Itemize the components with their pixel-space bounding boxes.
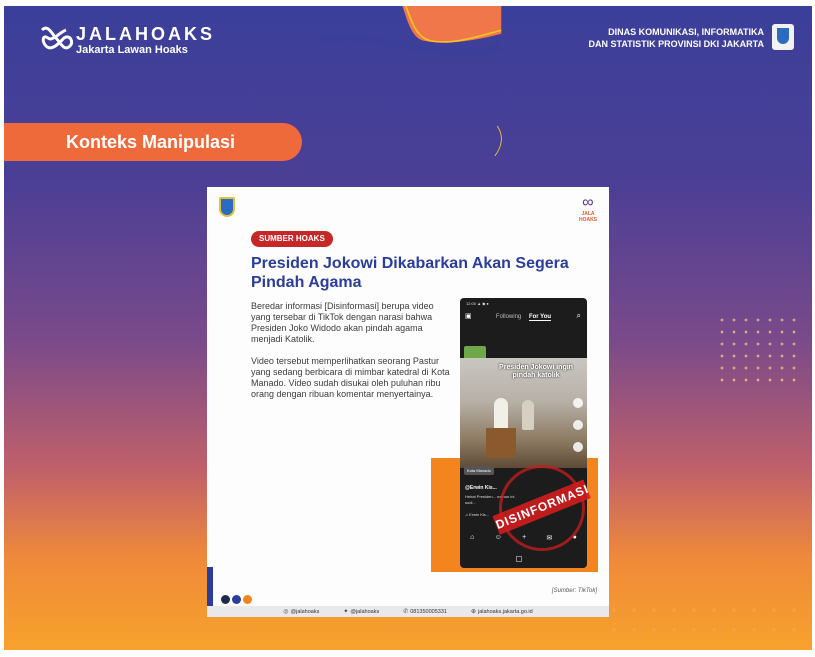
section-label: Konteks Manipulasi [4,123,302,161]
brand-subtitle: Jakarta Lawan Hoaks [76,44,188,56]
phone-status-bar: 12:00 ▲ ◆ ● [466,301,489,306]
contact-footer: ◎ @jalahoaks ✦ @jalahoaks ✆ 081350005331 ⊕ j… [207,606,609,617]
whatsapp-number: 081350005331 [410,609,447,615]
dot-blue [232,595,241,604]
like-icon [573,420,583,430]
comment-icon [573,442,583,452]
music-label: ♫ Erwin Kis... [465,512,490,517]
paragraph-1: Beredar informasi [Disinformasi] berupa … [251,301,434,344]
dki-crest-icon [772,24,794,50]
source-note: [Sumber: TikTok] [551,588,597,594]
jalahoaks-logo-icon [40,26,74,50]
video-caption: Presiden Jokowi ingin pindah katolik [499,364,573,379]
dot-dark [221,595,230,604]
tab-following: Following [495,314,522,320]
friends-icon: ☺ [494,534,502,541]
instagram-handle: @jalahoaks [290,609,320,615]
headline: Presiden Jokowi Dikabarkan Akan Segera P… [251,255,569,291]
info-card: ∞ JALA HOAKS SUMBER HOAKS Presiden Jokow… [207,187,609,617]
footer-website[interactable]: ⊕ jalahoaks.jakarta.go.id [471,608,533,615]
footer-instagram[interactable]: ◎ @jalahoaks [283,608,319,615]
decorative-dots [716,314,800,386]
source-badge: SUMBER HOAKS [251,231,333,247]
paragraph-2: Video tersebut memperlihatkan seorang Pa… [251,356,450,399]
dot-orange [243,595,252,604]
card-logo: ∞ JALA HOAKS [577,194,599,224]
priest-figure [494,398,508,432]
globe-icon: ⊕ [470,609,476,615]
jalahoaks-logo-icon: ∞ [582,194,594,211]
instagram-icon: ◎ [283,609,289,615]
footer-twitter[interactable]: ✦ @jalahoaks [343,608,379,615]
twitter-handle: @jalahoaks [350,609,380,615]
department-name: DINAS KOMUNIKASI, INFORMATIKA DAN STATIS… [588,26,764,50]
slide: JALAHOAKS Jakarta Lawan Hoaks DINAS KOMU… [4,6,812,650]
pulpit [486,428,516,458]
body-text: Beredar informasi [Disinformasi] berupa … [251,301,451,411]
dept-line-1: DINAS KOMUNIKASI, INFORMATIKA [608,27,764,37]
footer-whatsapp[interactable]: ✆ 081350005331 [403,608,447,615]
accent-bar [207,567,213,607]
tab-for-you: For You [528,314,552,321]
website-url: jalahoaks.jakarta.go.id [477,609,533,615]
dki-crest-icon [219,197,235,217]
home-icon: ⌂ [470,534,475,541]
decorative-dots-bottom [604,600,804,640]
brand-title: JALAHOAKS [76,24,216,44]
figure [522,400,534,430]
search-icon: ⌕ [576,311,581,320]
twitter-icon: ✦ [343,609,349,615]
location-tag: Kota Manado [464,466,494,475]
card-logo-text: JALA HOAKS [578,211,598,223]
whatsapp-icon: ✆ [403,609,409,615]
dept-line-2: DAN STATISTIK PROVINSI DKI JAKARTA [588,39,764,49]
avatar [573,398,583,408]
phone-tabs: Following For You [460,314,587,321]
